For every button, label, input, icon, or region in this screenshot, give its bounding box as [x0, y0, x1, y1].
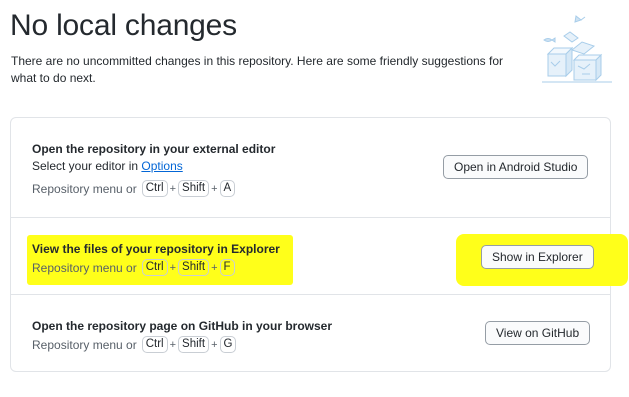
key-ctrl: Ctrl [141, 259, 168, 276]
key-letter: G [219, 336, 237, 353]
shortcut-prefix: Repository menu or [32, 181, 137, 196]
page-title: No local changes [10, 9, 237, 42]
key-letter: F [219, 259, 235, 276]
plus-sign: + [211, 182, 218, 195]
suggestion-description: Select your editor in Options [32, 159, 183, 173]
show-in-explorer-button[interactable]: Show in Explorer [481, 245, 594, 269]
key-ctrl: Ctrl [141, 336, 168, 353]
no-changes-page: No local changes There are no uncommitte… [0, 0, 629, 397]
open-in-editor-button[interactable]: Open in Android Studio [443, 155, 589, 179]
suggestion-title: View the files of your repository in Exp… [32, 242, 280, 256]
plus-sign: + [211, 261, 218, 274]
shortcut-prefix: Repository menu or [32, 260, 137, 275]
view-on-github-button[interactable]: View on GitHub [485, 321, 591, 345]
suggestion-title: Open the repository in your external edi… [32, 142, 276, 156]
empty-repo-illustration-icon [542, 15, 612, 83]
suggestion-title: Open the repository page on GitHub in yo… [32, 319, 333, 333]
suggestion-row-external-editor: Open the repository in your external edi… [11, 118, 610, 218]
page-subtitle: There are no uncommitted changes in this… [11, 54, 504, 85]
plus-sign: + [169, 261, 177, 274]
suggestion-row-view-on-github: Open the repository page on GitHub in yo… [11, 295, 610, 371]
key-shift: Shift [178, 336, 210, 353]
keyboard-shortcut: Repository menu or Ctrl + Shift + G [32, 336, 237, 353]
description-text: Select your editor in [32, 159, 142, 173]
suggestion-row-show-in-explorer: View the files of your repository in Exp… [11, 218, 628, 295]
options-link[interactable]: Options [141, 159, 182, 173]
plus-sign: + [169, 182, 177, 195]
keyboard-shortcut: Repository menu or Ctrl + Shift + A [32, 180, 236, 197]
key-ctrl: Ctrl [141, 180, 168, 197]
plus-sign: + [211, 338, 218, 351]
key-letter: A [219, 180, 236, 197]
key-shift: Shift [178, 180, 210, 197]
keyboard-shortcut: Repository menu or Ctrl + Shift + F [32, 259, 236, 276]
plus-sign: + [169, 338, 177, 351]
shortcut-prefix: Repository menu or [32, 337, 137, 352]
suggestions-card: Open the repository in your external edi… [10, 117, 628, 372]
key-shift: Shift [178, 259, 210, 276]
